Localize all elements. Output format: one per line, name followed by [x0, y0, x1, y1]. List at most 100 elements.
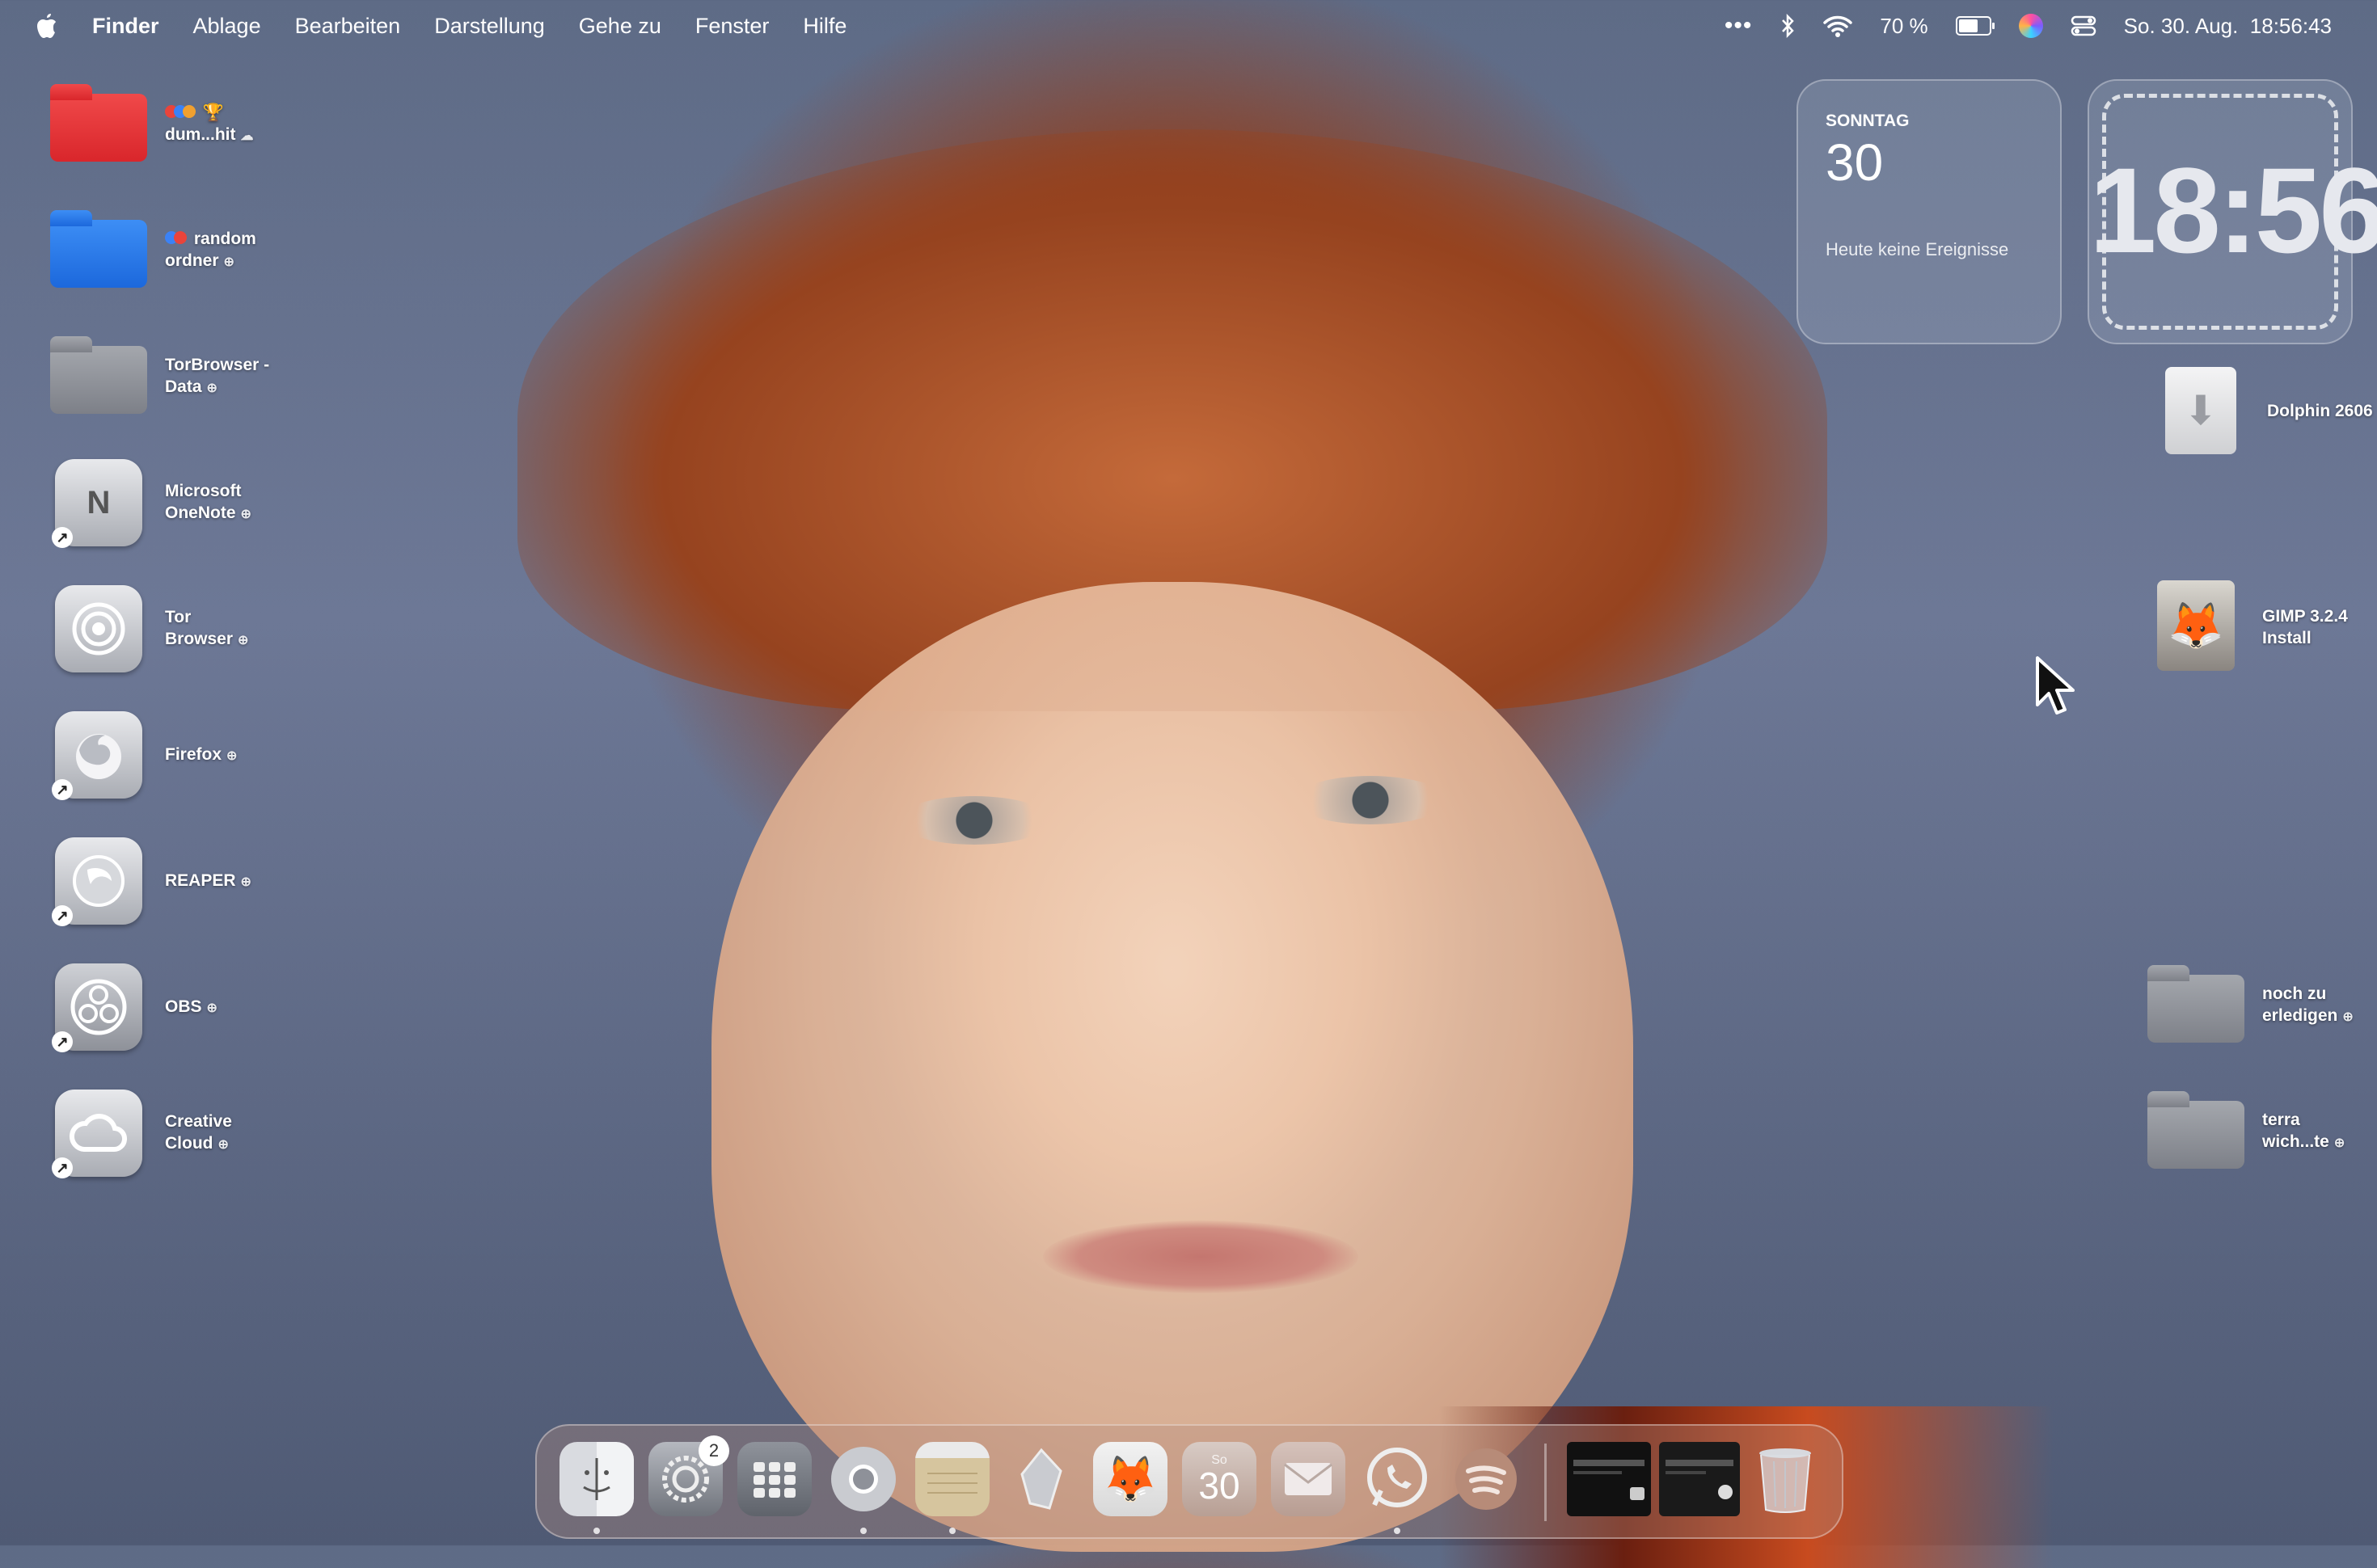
desktop-dmg-dolphin[interactable]: ⬇ Dolphin 2606 — [2151, 360, 2373, 461]
running-indicator — [860, 1528, 867, 1534]
bluetooth-icon[interactable] — [1780, 14, 1796, 38]
calendar-day: 30 — [1826, 133, 1884, 192]
desktop-item-label: Firefox — [165, 744, 222, 764]
folder-icon — [2147, 1091, 2244, 1169]
desktop-item-label: Microsoft OneNote — [165, 482, 242, 522]
cloud-icon: ☁ — [240, 129, 254, 143]
desktop-item-label: terra wich...te — [2262, 1111, 2329, 1151]
clock-widget[interactable]: 18:56 — [2088, 79, 2377, 344]
alias-arrow-icon: ↗ — [52, 1157, 73, 1178]
wifi-icon[interactable] — [1823, 15, 1853, 37]
alias-arrow-icon: ↗ — [52, 905, 73, 926]
desktop-folder-random-ordner[interactable]: random ordner ⊕ — [49, 200, 278, 301]
battery-percent[interactable]: 70 % — [1880, 14, 1927, 39]
dock-separator — [1544, 1444, 1547, 1521]
desktop-folder-torbrowser-data[interactable]: TorBrowser -Data ⊕ — [49, 327, 278, 427]
desktop-item-label: REAPER — [165, 870, 236, 890]
menu-bearbeiten[interactable]: Bearbeiten — [295, 14, 401, 39]
desktop-app-reaper[interactable]: ↗ REAPER ⊕ — [49, 831, 251, 931]
download-icon: ⊕ — [240, 875, 251, 889]
menu-ablage[interactable]: Ablage — [193, 14, 261, 39]
download-icon: ⊕ — [223, 255, 234, 269]
download-icon: ⊕ — [240, 508, 251, 521]
screenshot-thumb-2[interactable] — [1659, 1442, 1740, 1516]
desktop-app-firefox[interactable]: ↗ Firefox ⊕ — [49, 705, 237, 805]
battery-icon[interactable] — [1955, 16, 1995, 36]
wallpaper-eye-right — [1294, 776, 1447, 824]
screenshot-thumb-1[interactable] — [1567, 1442, 1651, 1516]
calendar-icon[interactable]: So 30 — [1182, 1442, 1256, 1516]
download-icon: ⊕ — [206, 381, 217, 395]
running-indicator — [593, 1528, 600, 1534]
obsidian-icon[interactable] — [1004, 1442, 1079, 1516]
wallpaper-lips — [1043, 1220, 1358, 1293]
desktop-app-obs[interactable]: ↗ OBS ⊕ — [49, 957, 217, 1057]
menu-clock[interactable]: So. 30. Aug. 18:56:43 — [2124, 14, 2332, 39]
alias-arrow-icon: ↗ — [52, 527, 73, 548]
wallpaper-eye-left — [897, 796, 1051, 845]
menu-darstellung[interactable]: Darstellung — [434, 14, 545, 39]
download-icon: ⊕ — [238, 634, 249, 647]
clock-time: 18:56 — [2089, 142, 2377, 278]
chrome-icon[interactable] — [826, 1442, 901, 1516]
folder-icon — [50, 84, 147, 162]
desktop-item-label: Tor Browser — [165, 608, 234, 648]
dock-calendar-weekday: So — [1211, 1453, 1227, 1467]
launchpad-icon[interactable] — [737, 1442, 812, 1516]
more-icon[interactable]: ••• — [1725, 12, 1753, 40]
siri-icon[interactable] — [2018, 14, 2043, 38]
folder-icon — [50, 336, 147, 414]
running-indicator — [1394, 1528, 1400, 1534]
tag-red — [174, 231, 187, 244]
desktop-folder-dumhit[interactable]: 🏆 dum...hit ☁ — [49, 74, 254, 175]
mail-icon[interactable] — [1271, 1442, 1345, 1516]
apple-menu-icon[interactable] — [34, 12, 58, 40]
system-settings-icon[interactable]: 2 — [648, 1435, 729, 1516]
finder-icon[interactable] — [559, 1442, 634, 1516]
download-icon: ⊕ — [2342, 1010, 2354, 1024]
desktop-item-label: GIMP 3.2.4 Install — [2262, 607, 2348, 647]
menu-app-name[interactable]: Finder — [92, 14, 159, 39]
download-icon: ⊕ — [206, 1001, 217, 1015]
alias-arrow-icon: ↗ — [52, 779, 73, 800]
download-icon: ⊕ — [226, 748, 238, 763]
desktop-app-onenote[interactable]: N ↗ Microsoft OneNote ⊕ — [49, 453, 278, 553]
spotify-icon[interactable] — [1449, 1442, 1523, 1516]
desktop-item-label: dum...hit — [165, 125, 236, 144]
calendar-widget[interactable]: SONNTAG 30 Heute keine Ereignisse — [1796, 79, 2062, 344]
mouse-cursor-icon — [2036, 656, 2075, 714]
whatsapp-icon[interactable] — [1360, 1442, 1434, 1516]
desktop-folder-noch-zu-erledigen[interactable]: noch zu erledigen ⊕ — [2146, 955, 2375, 1056]
download-icon: ⊕ — [217, 1138, 229, 1152]
alias-arrow-icon: ↗ — [52, 1031, 73, 1052]
folder-icon — [2147, 965, 2244, 1043]
gimp-icon: 🦊 — [2157, 580, 2235, 671]
menu-gehe-zu[interactable]: Gehe zu — [579, 14, 661, 39]
notes-icon[interactable] — [915, 1442, 990, 1516]
gimp-icon[interactable]: 🦊 — [1093, 1442, 1167, 1516]
tag-orange — [183, 105, 196, 118]
calendar-weekday: SONNTAG — [1826, 112, 1910, 130]
folder-icon — [50, 210, 147, 288]
tor-icon — [55, 585, 142, 672]
running-indicator — [949, 1528, 956, 1534]
trophy-icon: 🏆 — [202, 103, 224, 122]
menu-fenster[interactable]: Fenster — [695, 14, 770, 39]
trash-icon[interactable] — [1748, 1442, 1822, 1516]
desktop-item-label: noch zu erledigen — [2262, 984, 2338, 1025]
menu-hilfe[interactable]: Hilfe — [803, 14, 847, 39]
desktop-app-tor-browser[interactable]: Tor Browser ⊕ — [49, 579, 278, 679]
desktop-dmg-gimp[interactable]: 🦊 GIMP 3.2.4 Install — [2146, 577, 2375, 677]
desktop-item-label: OBS — [165, 997, 202, 1016]
menu-bar: Finder Ablage Bearbeiten Darstellung Geh… — [0, 0, 2377, 52]
control-center-icon[interactable] — [2071, 15, 2096, 37]
desktop-app-creative-cloud[interactable]: ↗ Creative Cloud ⊕ — [49, 1083, 278, 1183]
download-icon: ⊕ — [2333, 1136, 2345, 1150]
dock: 2 🦊 So 30 — [535, 1424, 1843, 1539]
desktop-item-label: Dolphin 2606 — [2267, 401, 2373, 420]
dock-calendar-day: 30 — [1198, 1465, 1240, 1507]
settings-badge: 2 — [699, 1435, 729, 1466]
desktop-folder-terra[interactable]: terra wich...te ⊕ — [2146, 1081, 2375, 1182]
calendar-events: Heute keine Ereignisse — [1826, 239, 2009, 259]
disk-image-icon: ⬇ — [2165, 367, 2236, 454]
